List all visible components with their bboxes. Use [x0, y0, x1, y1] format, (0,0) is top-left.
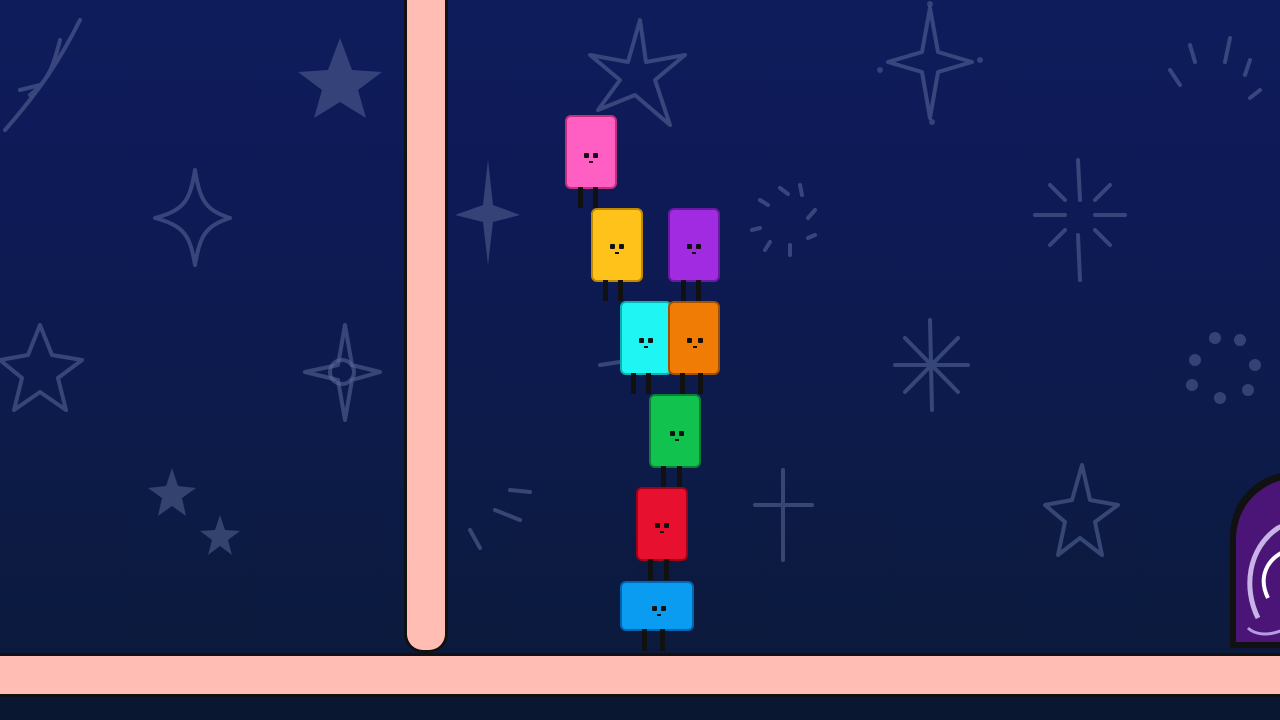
character-leg — [677, 466, 682, 487]
character-leg — [698, 373, 703, 394]
character-leg — [646, 373, 651, 394]
character-leg — [660, 629, 665, 651]
character-yellow[interactable] — [591, 208, 643, 301]
character-leg — [578, 187, 583, 208]
character-mouth — [589, 161, 593, 163]
character-leg — [648, 559, 653, 580]
character-leg — [603, 280, 608, 301]
character-red[interactable] — [636, 487, 688, 580]
exit-portal[interactable] — [1228, 468, 1280, 648]
character-leg — [618, 280, 623, 301]
character-mouth — [615, 252, 619, 254]
character-eye — [652, 606, 657, 611]
character-purple[interactable] — [668, 208, 720, 301]
character-body — [620, 581, 694, 631]
character-eye — [687, 244, 692, 249]
character-leg — [681, 280, 686, 301]
character-body — [591, 208, 643, 282]
character-mouth — [644, 346, 648, 348]
character-leg — [680, 373, 685, 394]
character-eye — [696, 244, 701, 249]
character-eye — [610, 244, 615, 249]
character-body — [636, 487, 688, 561]
character-eye — [670, 431, 675, 436]
character-eye — [687, 338, 692, 343]
character-eye — [655, 523, 660, 528]
floor-underside — [0, 697, 1280, 720]
character-leg — [593, 187, 598, 208]
character-eye — [584, 153, 589, 158]
character-orange[interactable] — [668, 301, 720, 394]
character-body — [565, 115, 617, 189]
character-blue[interactable] — [620, 581, 694, 651]
pink-floor-platform — [0, 653, 1280, 697]
character-leg — [661, 466, 666, 487]
character-eye — [679, 431, 684, 436]
character-leg — [642, 629, 647, 651]
character-eye — [698, 338, 703, 343]
character-mouth — [693, 346, 697, 348]
character-pink[interactable] — [565, 115, 617, 208]
character-mouth — [660, 531, 664, 533]
character-leg — [696, 280, 701, 301]
character-mouth — [692, 252, 696, 254]
character-eye — [593, 153, 598, 158]
character-mouth — [657, 614, 661, 616]
character-eye — [661, 606, 666, 611]
character-body — [668, 208, 720, 282]
character-body — [649, 394, 701, 468]
character-eye — [639, 338, 644, 343]
character-leg — [664, 559, 669, 580]
game-scene — [0, 0, 1280, 720]
character-leg — [631, 373, 636, 394]
character-body — [620, 301, 672, 375]
character-cyan[interactable] — [620, 301, 672, 394]
character-eye — [664, 523, 669, 528]
pink-wall-pillar — [404, 0, 448, 653]
character-eye — [619, 244, 624, 249]
character-eye — [648, 338, 653, 343]
character-mouth — [675, 439, 679, 441]
character-green[interactable] — [649, 394, 701, 487]
character-body — [668, 301, 720, 375]
